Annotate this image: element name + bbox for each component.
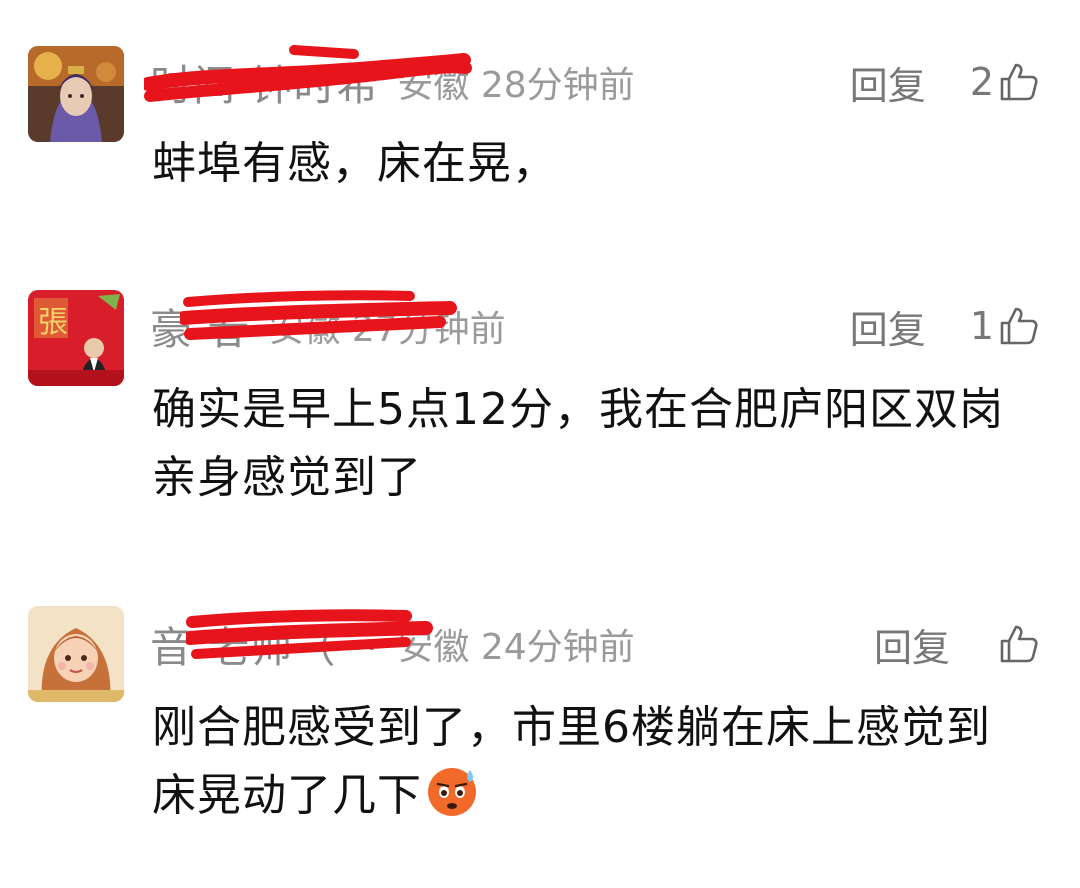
- user-avatar[interactable]: [28, 606, 124, 702]
- avatar-fantasy-character-icon: [28, 46, 124, 142]
- username-text: 时间 钟时希: [150, 60, 380, 110]
- anxious-sweat-face-emoji-icon: [428, 768, 476, 816]
- comment-meta: 安徽 24分钟前: [397, 618, 634, 670]
- reply-button[interactable]: 回复: [850, 55, 926, 110]
- like-count: 1: [969, 304, 994, 348]
- avatar-cartoon-girl-icon: [28, 606, 124, 702]
- user-avatar[interactable]: 張: [28, 290, 124, 386]
- location: 安徽: [397, 627, 470, 668]
- location: 安徽: [268, 309, 341, 350]
- avatar-zhang-red-icon: 張: [28, 290, 124, 386]
- comment-meta: 安徽 28分钟前: [397, 56, 634, 108]
- like-count: 2: [969, 60, 994, 104]
- timestamp: 24分钟前: [480, 627, 635, 668]
- thumbs-up-icon: [1000, 63, 1038, 101]
- location: 安徽: [397, 65, 470, 106]
- username-text: 音 老师（···: [150, 622, 380, 672]
- user-avatar[interactable]: [28, 46, 124, 142]
- like-button[interactable]: [994, 622, 1040, 666]
- comment-text: 蚌埠有感，床在晃，: [152, 138, 557, 189]
- svg-text:張: 張: [38, 305, 68, 340]
- comment-text: 刚合肥感受到了，市里6楼躺在床上感觉到床晃动了几下: [152, 694, 1032, 830]
- timestamp: 28分钟前: [480, 65, 635, 106]
- username[interactable]: 豪 春: [150, 289, 457, 357]
- username[interactable]: 音 老师（···: [150, 608, 433, 675]
- comment-text: 确实是早上5点12分，我在合肥庐阳区双岗亲身感觉到了: [152, 384, 1004, 503]
- thumbs-up-icon: [1000, 625, 1038, 663]
- like-button[interactable]: 2: [970, 60, 1040, 104]
- reply-button[interactable]: 回复: [850, 299, 926, 354]
- username[interactable]: 时间 钟时希: [144, 44, 472, 113]
- comment-text-content: 刚合肥感受到了，市里6楼躺在床上感觉到床晃动了几下: [152, 702, 991, 821]
- username-text: 豪 春: [150, 304, 251, 354]
- like-button[interactable]: 1: [970, 304, 1040, 348]
- timestamp: 27分钟前: [351, 309, 506, 350]
- comment-meta: 安徽 27分钟前: [268, 300, 505, 352]
- thumbs-up-icon: [1000, 307, 1038, 345]
- reply-button[interactable]: 回复: [874, 617, 950, 672]
